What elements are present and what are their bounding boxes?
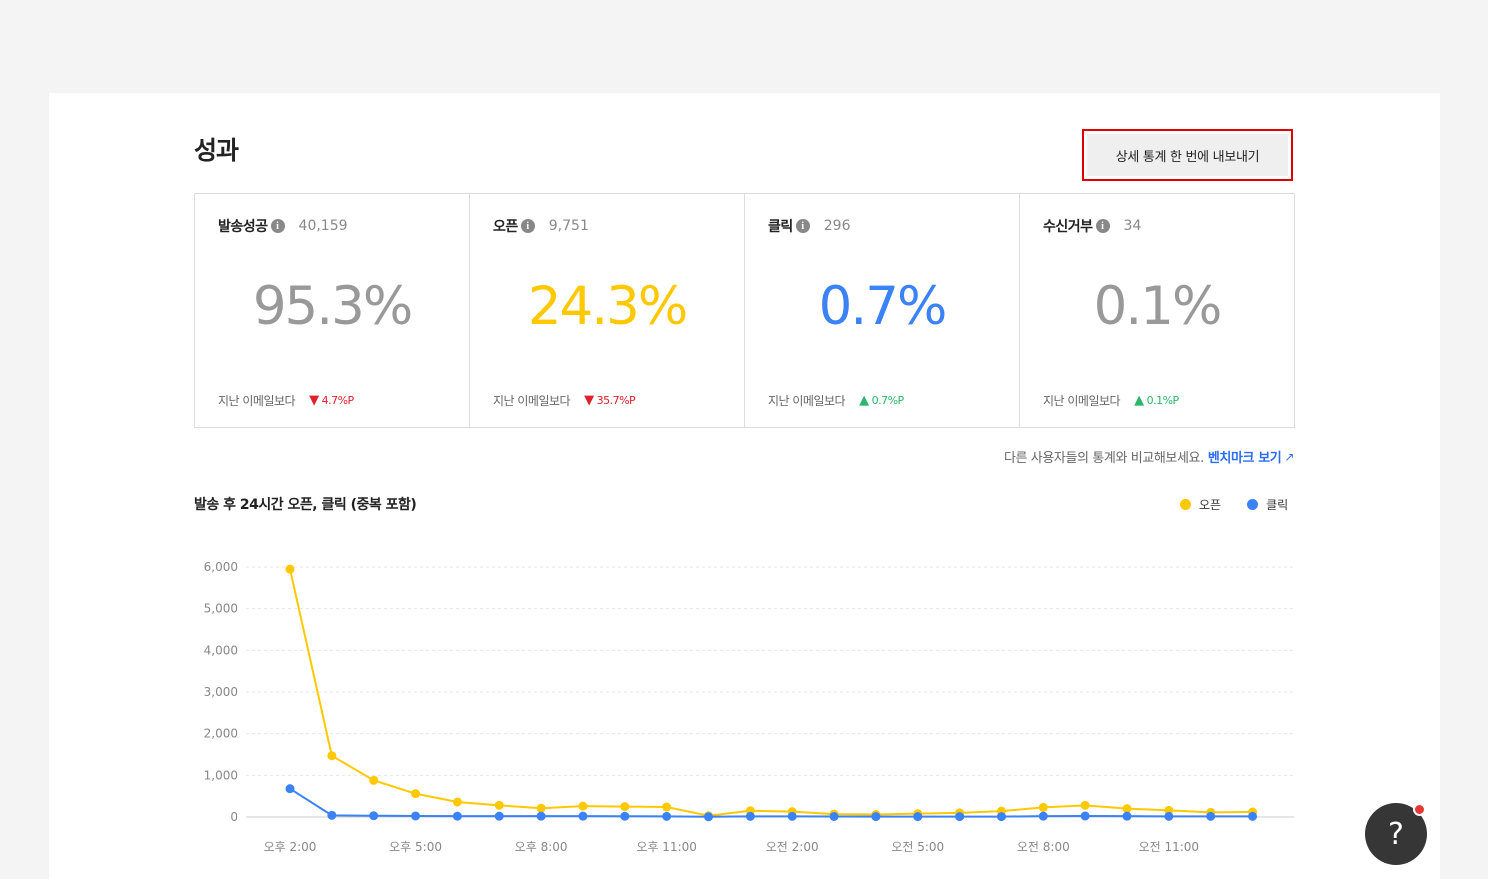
delta-badge: ▼ 4.7%P	[309, 393, 354, 408]
legend-dot-icon	[1247, 499, 1259, 510]
stat-card-click: 클릭 i 296 0.7% 지난 이메일보다 ▲ 0.7%P	[745, 194, 1020, 427]
stat-percent: 24.3%	[527, 276, 688, 337]
stat-count: 34	[1123, 218, 1142, 234]
stat-card-unsubscribe: 수신거부 i 34 0.1% 지난 이메일보다 ▲ 0.1%P	[1020, 194, 1294, 427]
info-icon[interactable]: i	[795, 219, 810, 233]
compare-label: 지난 이메일보다	[218, 394, 296, 408]
triangle-up-icon: ▲	[1134, 393, 1144, 408]
stat-card-open: 오픈 i 9,751 24.3% 지난 이메일보다 ▼ 35.7%P	[470, 194, 745, 427]
compare-label: 지난 이메일보다	[768, 394, 846, 408]
delta-badge: ▲ 0.1%P	[1134, 393, 1179, 408]
stat-card-delivered: 발송성공 i 40,159 95.3% 지난 이메일보다 ▼ 4.7%P	[195, 194, 470, 427]
legend-dot-icon	[1180, 499, 1191, 510]
legend-item-open[interactable]: 오픈	[1180, 496, 1221, 513]
delta-badge: ▲ 0.7%P	[859, 393, 904, 408]
legend-item-click[interactable]: 클릭	[1247, 496, 1288, 513]
benchmark-text: 다른 사용자들의 통계와 비교해보세요.	[1003, 451, 1204, 466]
stat-count: 9,751	[548, 218, 589, 234]
stat-label: 오픈	[493, 219, 518, 235]
notification-dot	[1413, 803, 1426, 816]
chart-title: 발송 후 24시간 오픈, 클릭 (중복 포함)	[194, 497, 417, 513]
benchmark-link[interactable]: 벤치마크 보기	[1208, 447, 1282, 466]
triangle-up-icon: ▲	[859, 393, 869, 408]
stat-percent: 0.1%	[1093, 276, 1223, 337]
compare-label: 지난 이메일보다	[493, 394, 571, 408]
stat-count: 296	[823, 218, 851, 234]
compare-label: 지난 이메일보다	[1043, 394, 1121, 408]
export-stats-button[interactable]: 상세 통계 한 번에 내보내기	[1082, 129, 1293, 181]
info-icon[interactable]: i	[1095, 219, 1110, 233]
info-icon[interactable]: i	[270, 219, 285, 233]
stat-percent: 0.7%	[818, 276, 948, 337]
stat-count: 40,159	[298, 218, 348, 234]
stat-label: 클릭	[768, 219, 793, 235]
external-link-icon[interactable]: ↗	[1284, 450, 1294, 464]
stat-label: 발송성공	[218, 219, 268, 235]
delta-badge: ▼ 35.7%P	[584, 393, 636, 408]
triangle-down-icon: ▼	[584, 393, 594, 408]
export-stats-label: 상세 통계 한 번에 내보내기	[1087, 134, 1288, 176]
page-title: 성과	[194, 136, 239, 165]
benchmark-note: 다른 사용자들의 통계와 비교해보세요. 벤치마크 보기 ↗	[1003, 447, 1294, 467]
info-icon[interactable]: i	[520, 219, 535, 233]
stat-percent: 95.3%	[252, 276, 413, 337]
triangle-down-icon: ▼	[309, 393, 319, 408]
stat-cards: 발송성공 i 40,159 95.3% 지난 이메일보다 ▼ 4.7%P 오픈 …	[194, 193, 1295, 428]
stat-label: 수신거부	[1043, 219, 1093, 235]
chart-legend: 오픈 클릭	[1180, 496, 1288, 513]
